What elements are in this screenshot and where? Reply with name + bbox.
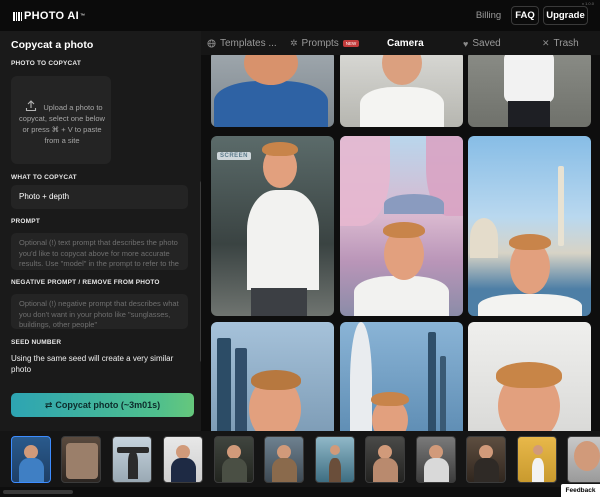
filmstrip-thumb[interactable] (264, 436, 304, 483)
upload-instructions: Upload a photo to copycat, select one be… (19, 103, 105, 145)
photo-to-copycat-label: PHOTO TO COPYCAT (11, 60, 82, 67)
prompt-label: PROMPT (11, 218, 41, 225)
tab-camera[interactable]: Camera (387, 38, 424, 49)
sign-text: SCREEN (217, 152, 252, 160)
gallery-photo[interactable] (468, 55, 591, 127)
logo-bars-icon (13, 11, 22, 21)
filmstrip-thumb[interactable] (214, 436, 254, 483)
tab-prompts[interactable]: ✲ Prompts NEW (290, 38, 360, 49)
gallery-photo[interactable] (340, 322, 463, 431)
photo-dropzone[interactable]: Upload a photo to copycat, select one be… (11, 76, 111, 164)
gallery-photo[interactable] (211, 55, 334, 127)
filmstrip-thumb[interactable] (466, 436, 506, 483)
filmstrip-thumb[interactable] (112, 436, 152, 483)
billing-link[interactable]: Billing (471, 6, 506, 25)
tab-prompts-label: Prompts (301, 38, 339, 49)
upgrade-button[interactable]: Upgrade (543, 6, 588, 25)
gallery-photo[interactable] (340, 136, 463, 316)
gallery-photo[interactable] (468, 322, 591, 431)
what-to-copycat-label: WHAT TO COPYCAT (11, 174, 77, 181)
sidebar-title: Copycat a photo (11, 39, 94, 51)
what-to-copycat-select[interactable]: Photo + depth (11, 185, 188, 209)
filmstrip-thumb[interactable] (163, 436, 203, 483)
copycat-button-label: Copycat photo (~3m01s) (55, 400, 161, 410)
close-icon: ✕ (542, 38, 550, 48)
faq-button[interactable]: FAQ (511, 6, 539, 25)
feedback-button[interactable]: Feedback (561, 484, 600, 497)
photo-gallery: SCREEN (201, 55, 600, 431)
gallery-tabs: Templates ... ✲ Prompts NEW Camera ♥ Sav… (201, 31, 600, 55)
gallery-photo[interactable] (340, 55, 463, 127)
gallery-photo[interactable]: SCREEN (211, 136, 334, 316)
filmstrip-thumb-selected[interactable] (11, 436, 51, 483)
logo-text: PHOTO AI (24, 10, 79, 22)
seed-help-text: Using the same seed will create a very s… (11, 354, 174, 374)
swap-arrows-icon: ⇄ (44, 399, 53, 410)
seed-number-label: SEED NUMBER (11, 339, 62, 346)
sidebar: Copycat a photo PHOTO TO COPYCAT Upload … (0, 31, 205, 431)
sparkle-icon: ✲ (290, 38, 298, 48)
prompt-placeholder: Optional (!) text prompt that describes … (19, 238, 179, 270)
new-badge: NEW (342, 40, 360, 47)
tab-camera-label: Camera (387, 38, 424, 49)
negative-prompt-placeholder: Optional (!) negative prompt that descri… (19, 299, 179, 329)
tab-templates[interactable]: Templates ... (207, 38, 277, 49)
filmstrip-thumb[interactable] (315, 436, 355, 483)
tab-trash[interactable]: ✕ Trash (542, 38, 579, 49)
filmstrip-scrollbar[interactable] (0, 487, 600, 497)
filmstrip-thumb[interactable] (365, 436, 405, 483)
negative-prompt-textarea[interactable]: Optional (!) negative prompt that descri… (11, 294, 188, 329)
filmstrip-thumb[interactable] (61, 436, 101, 483)
tab-saved-label: Saved (472, 38, 501, 49)
gallery-photo[interactable] (468, 136, 591, 316)
heart-icon: ♥ (463, 38, 469, 49)
top-bar: PHOTO AI ™ v 1.0.0 Billing FAQ Upgrade (0, 0, 600, 31)
gallery-photo[interactable] (211, 322, 334, 431)
filmstrip-thumb[interactable] (416, 436, 456, 483)
logo-trademark: ™ (79, 13, 86, 19)
globe-icon (207, 39, 216, 48)
prompt-textarea[interactable]: Optional (!) text prompt that describes … (11, 233, 188, 270)
filmstrip-thumb[interactable] (517, 436, 557, 483)
negative-prompt-label: NEGATIVE PROMPT / REMOVE FROM PHOTO (11, 279, 160, 286)
logo[interactable]: PHOTO AI ™ (13, 10, 85, 22)
photo-filmstrip (0, 431, 600, 487)
tab-templates-label: Templates ... (220, 38, 277, 49)
tab-saved[interactable]: ♥ Saved (463, 38, 501, 49)
filmstrip-thumb[interactable] (567, 436, 600, 483)
copycat-photo-button[interactable]: ⇄ Copycat photo (~3m01s) (11, 393, 194, 417)
tab-trash-label: Trash (553, 38, 579, 49)
